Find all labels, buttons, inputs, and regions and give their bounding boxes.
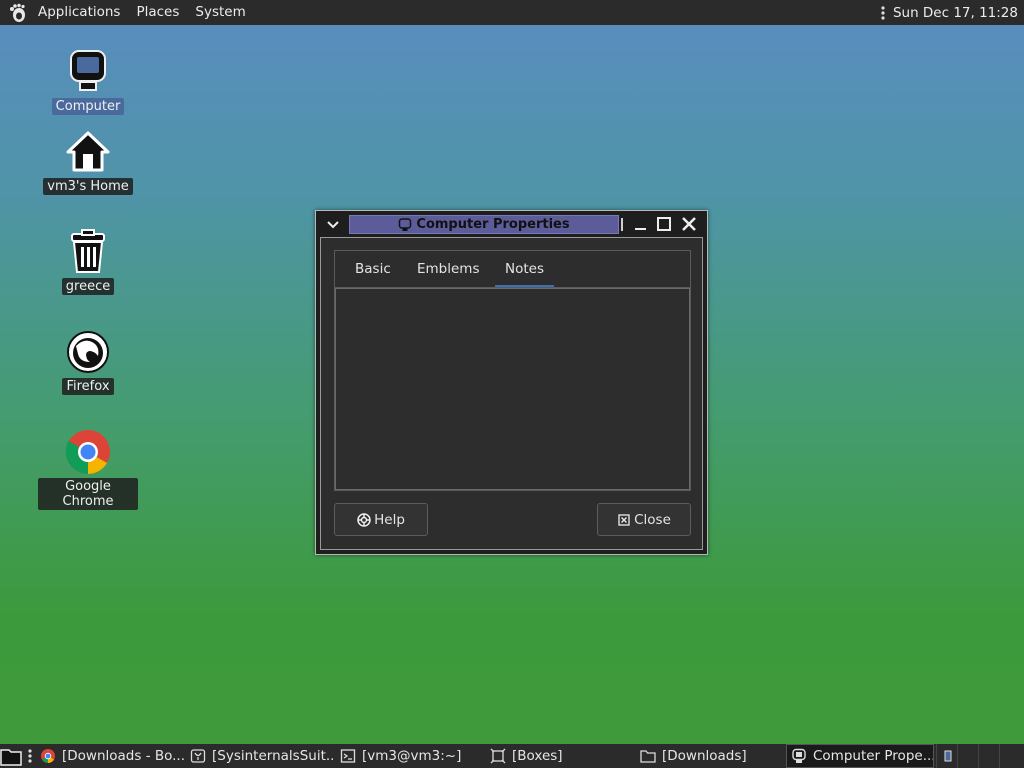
workspace-1[interactable] — [936, 744, 957, 768]
computer-icon — [399, 217, 412, 231]
tab-bar: Basic Emblems Notes — [335, 251, 690, 288]
desktop-icon-home[interactable]: vm3's Home — [38, 128, 138, 195]
desktop-icon-label: vm3's Home — [43, 178, 133, 195]
window-menu-chevron-icon[interactable] — [324, 215, 342, 233]
task-terminal[interactable]: [vm3@vm3:~] — [336, 744, 484, 768]
home-icon — [66, 131, 110, 172]
wine-icon — [190, 749, 206, 763]
task-downloads-folder[interactable]: [Downloads] — [636, 744, 784, 768]
workspace-3[interactable] — [978, 744, 999, 768]
dialog-titlebar[interactable]: Computer Properties — [316, 211, 707, 237]
boxes-icon — [490, 748, 506, 764]
task-label: [Downloads] — [662, 748, 747, 764]
desktop-icon-label: greece — [61, 278, 115, 295]
tab-notes[interactable]: Notes — [495, 251, 554, 287]
taskbar: [Downloads - Bo... [SysinternalsSuit... … — [0, 744, 1024, 768]
close-box-icon — [618, 513, 630, 526]
desktop: Applications Places System Sun Dec 17, 1… — [0, 0, 1024, 768]
terminal-icon — [340, 749, 356, 763]
dialog-title: Computer Properties — [416, 217, 570, 232]
menu-system[interactable]: System — [187, 0, 253, 25]
help-icon — [357, 512, 371, 527]
chrome-icon — [41, 749, 55, 763]
close-button-label: Close — [634, 511, 671, 528]
tab-emblems[interactable]: Emblems — [407, 251, 490, 287]
notes-textarea[interactable] — [335, 288, 690, 490]
firefox-icon — [67, 331, 109, 373]
dialog-title-box[interactable]: Computer Properties — [349, 215, 619, 234]
clock[interactable]: Sun Dec 17, 11:28 — [893, 5, 1018, 21]
properties-notebook: Basic Emblems Notes — [334, 250, 691, 491]
active-tab-indicator — [495, 285, 554, 287]
workspace-switcher — [936, 744, 1024, 768]
workspace-4[interactable] — [999, 744, 1020, 768]
desktop-icon-label: Firefox — [62, 378, 114, 395]
task-computer-properties[interactable]: Computer Prope... — [786, 744, 934, 768]
tab-basic[interactable]: Basic — [345, 251, 401, 287]
help-button[interactable]: Help — [334, 503, 428, 536]
gnome-foot-icon[interactable] — [8, 3, 28, 23]
panel-handle-icon[interactable] — [881, 5, 885, 21]
task-label: [SysinternalsSuit... — [212, 748, 334, 764]
task-downloads-chrome[interactable]: [Downloads - Bo... — [36, 744, 184, 768]
computer-icon — [792, 748, 806, 763]
task-label: [vm3@vm3:~] — [362, 748, 462, 764]
clock-area: Sun Dec 17, 11:28 — [881, 5, 1024, 21]
computer-properties-dialog: Computer Properties Basic Emblems Notes — [315, 210, 708, 555]
task-boxes[interactable]: [Boxes] — [486, 744, 634, 768]
task-sysinternals[interactable]: [SysinternalsSuit... — [186, 744, 334, 768]
top-panel: Applications Places System Sun Dec 17, 1… — [0, 0, 1024, 25]
show-desktop-icon[interactable] — [0, 746, 22, 766]
folder-icon — [640, 750, 656, 763]
workspace-window-icon — [944, 750, 952, 762]
minimize-icon[interactable] — [632, 216, 648, 232]
desktop-icon-firefox[interactable]: Firefox — [38, 328, 138, 395]
task-label: [Boxes] — [512, 748, 563, 764]
help-button-label: Help — [374, 511, 405, 528]
desktop-icon-trash[interactable]: greece — [38, 228, 138, 295]
close-button[interactable]: Close — [597, 503, 691, 536]
chrome-icon — [65, 430, 110, 474]
menu-applications[interactable]: Applications — [30, 0, 128, 25]
desktop-icon-computer[interactable]: Computer — [38, 48, 138, 115]
desktop-icon-label: Google Chrome — [38, 478, 138, 510]
workspace-2[interactable] — [957, 744, 978, 768]
task-label: [Downloads - Bo... — [62, 748, 184, 764]
desktop-icon-label: Computer — [51, 98, 125, 115]
desktop-icon-chrome[interactable]: Google Chrome — [38, 428, 138, 510]
trash-icon — [71, 229, 105, 273]
task-label: Computer Prope... — [813, 748, 934, 764]
dialog-body: Basic Emblems Notes Help Close — [320, 237, 703, 550]
taskbar-handle-icon[interactable] — [27, 748, 33, 764]
computer-icon — [70, 50, 106, 91]
close-icon[interactable] — [681, 216, 697, 232]
tab-notes-label: Notes — [505, 261, 544, 277]
maximize-icon[interactable] — [656, 216, 672, 232]
menu-places[interactable]: Places — [128, 0, 187, 25]
title-separator — [621, 218, 623, 231]
